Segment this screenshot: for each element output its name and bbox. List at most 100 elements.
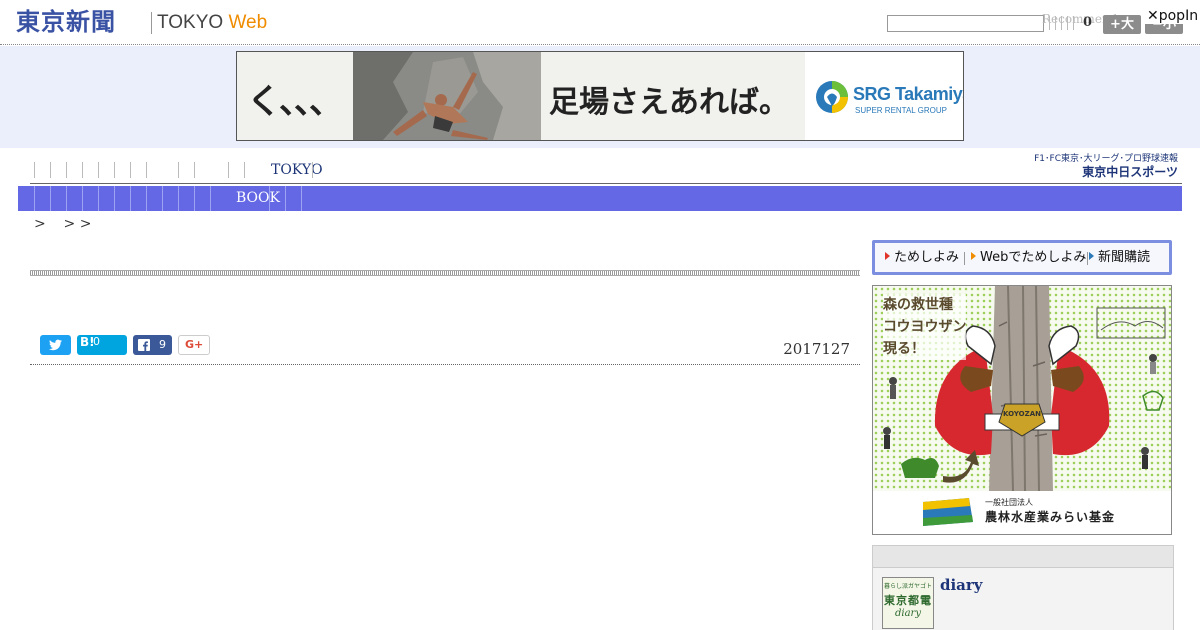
nav-divider (114, 186, 115, 211)
recommend-counter: 0 (1083, 15, 1093, 30)
fund-org-type: 一般社団法人 (985, 498, 1033, 507)
fund-footer: 一般社団法人 農林水産業みらい基金 (873, 491, 1171, 534)
logo-web-text: Web (228, 12, 268, 33)
site-logo-jp[interactable]: 東京新聞 (16, 8, 116, 36)
nav-divider (66, 186, 67, 211)
article-rule (30, 364, 860, 365)
nav-divider (178, 186, 179, 211)
link-divider (1087, 252, 1088, 265)
search-input[interactable] (887, 15, 1044, 32)
diary-widget: 暮らし派ガヤゴト 東京都電 diary diary (872, 545, 1174, 630)
fund-headline-line: 森の救世種 (883, 297, 953, 313)
tokyo-toden-diary-thumbnail[interactable]: 暮らし派ガヤゴト 東京都電 diary (882, 577, 934, 629)
ad-brand-sub: SUPER RENTAL GROUP (855, 106, 948, 115)
googleplus-icon: G+ (185, 338, 204, 351)
elephant-logo-icon (816, 81, 848, 113)
ad-kana-text: く、、、 (247, 82, 343, 122)
subscribe-label: 新聞購読 (1098, 250, 1151, 265)
site-header: 東京新聞 TOKYO Web Recommend 0 +大 −小 ✕popIn (0, 0, 1200, 45)
logo-tokyo-text: TOKYO (157, 12, 224, 33)
ad-band: く、、、 足場さえあれば。 SRG Takamiya SUPER RENTAL … (0, 46, 1200, 148)
font-size-large-button[interactable]: +大 (1103, 15, 1141, 34)
nav-divider (210, 186, 211, 211)
nav-item-book[interactable]: BOOK (236, 189, 280, 208)
triangle-blue-icon (1089, 252, 1094, 260)
nav-divider (34, 162, 35, 178)
nav-item-tokyo[interactable]: TOKYO (271, 161, 323, 179)
trial-read-label: ためしよみ (894, 250, 960, 265)
hatena-bookmark-button[interactable]: B! 0 (77, 335, 127, 355)
hatena-count: 0 (93, 335, 100, 348)
nav-divider (285, 186, 286, 211)
nav-divider (162, 186, 163, 211)
nav-divider (269, 186, 270, 211)
popin-close-button[interactable]: ✕popIn (1145, 8, 1200, 24)
nav-divider (50, 186, 51, 211)
koyozan-badge-text: KOYOZAN (1003, 410, 1041, 418)
diary-thumb-title: 東京都電 (884, 594, 932, 607)
triangle-red-icon (885, 252, 890, 260)
twitter-icon (49, 339, 62, 351)
mirai-fund-flag-logo (923, 498, 973, 526)
ad-copy-text: 足場さえあれば。 (549, 85, 789, 120)
nav-divider (82, 186, 83, 211)
ad-left-panel: く、、、 (237, 52, 353, 140)
diary-thumb-sub: diary (895, 608, 921, 619)
ad-copy-panel: 足場さえあれば。 (541, 52, 805, 140)
subscribe-link[interactable]: 新聞購読 (1089, 250, 1150, 266)
googleplus-share-button[interactable]: G+ (178, 335, 210, 355)
nav-divider (146, 186, 147, 211)
tokyo-chunichi-sports-link[interactable]: F1･FC東京･大リーグ･プロ野球速報 東京中日スポーツ (1026, 154, 1178, 180)
nav-divider (228, 162, 229, 178)
sports-tagline: F1･FC東京･大リーグ･プロ野球速報 (1034, 154, 1178, 164)
primary-nav: TOKYO (18, 160, 1008, 180)
nav-divider (98, 186, 99, 211)
ad-brand-name: SRG Takamiya (853, 84, 964, 104)
diary-thumb-caption: 暮らし派ガヤゴト (883, 583, 932, 590)
trial-read-link[interactable]: ためしよみ (885, 250, 959, 266)
nav-divider (66, 162, 67, 178)
secondary-nav: BOOK (18, 186, 1182, 211)
logo-divider (151, 12, 152, 34)
mirai-fund-ad[interactable]: KOYOZAN 森の救世種 コウヨウザン 現る！ 一般社団法人 農林水産業みらい… (872, 285, 1172, 535)
fund-org-name: 農林水産業みらい基金 (985, 510, 1116, 524)
subscription-links: ためしよみ Webでためしよみ 新聞購読 (872, 240, 1172, 275)
web-trial-read-link[interactable]: Webでためしよみ (971, 250, 1086, 266)
nav-divider (312, 162, 313, 178)
facebook-icon (138, 339, 150, 351)
nav-divider (178, 162, 179, 178)
nav-divider (82, 162, 83, 178)
fund-headline-line: コウヨウザン (883, 319, 967, 335)
fund-headline: 森の救世種 コウヨウザン 現る！ (883, 294, 967, 360)
nav-tick-divider (1049, 16, 1077, 30)
nav-divider (194, 186, 195, 211)
diary-link[interactable]: diary (940, 576, 983, 594)
web-trial-read-label: Webでためしよみ (980, 250, 1087, 265)
nav-divider (130, 186, 131, 211)
link-divider (964, 252, 965, 265)
fund-headline-line: 現る！ (883, 341, 925, 357)
facebook-share-button[interactable]: 9 (133, 335, 172, 355)
twitter-share-button[interactable] (40, 335, 71, 355)
nav-divider (130, 162, 131, 178)
nav-divider (50, 162, 51, 178)
nav-rule (30, 183, 1182, 184)
banner-ad[interactable]: く、、、 足場さえあれば。 SRG Takamiya SUPER RENTAL … (236, 51, 964, 141)
site-logo-tokyoweb[interactable]: TOKYO Web (157, 11, 267, 35)
diary-widget-header (873, 546, 1173, 568)
sports-logo: 東京中日スポーツ (1082, 165, 1178, 179)
facebook-count: 9 (159, 338, 166, 351)
nav-divider (98, 162, 99, 178)
nav-divider (194, 162, 195, 178)
nav-divider (301, 186, 302, 211)
nav-divider (146, 162, 147, 178)
breadcrumb: > > > (34, 216, 92, 232)
triangle-orange-icon (971, 252, 976, 260)
article-title-rule (30, 270, 860, 276)
nav-divider (34, 186, 35, 211)
nav-divider (114, 162, 115, 178)
climber-photo-image (353, 52, 541, 140)
publish-date: 2017127 (783, 340, 850, 358)
ad-brand-panel: SRG Takamiya SUPER RENTAL GROUP (805, 52, 963, 140)
nav-divider (244, 162, 245, 178)
